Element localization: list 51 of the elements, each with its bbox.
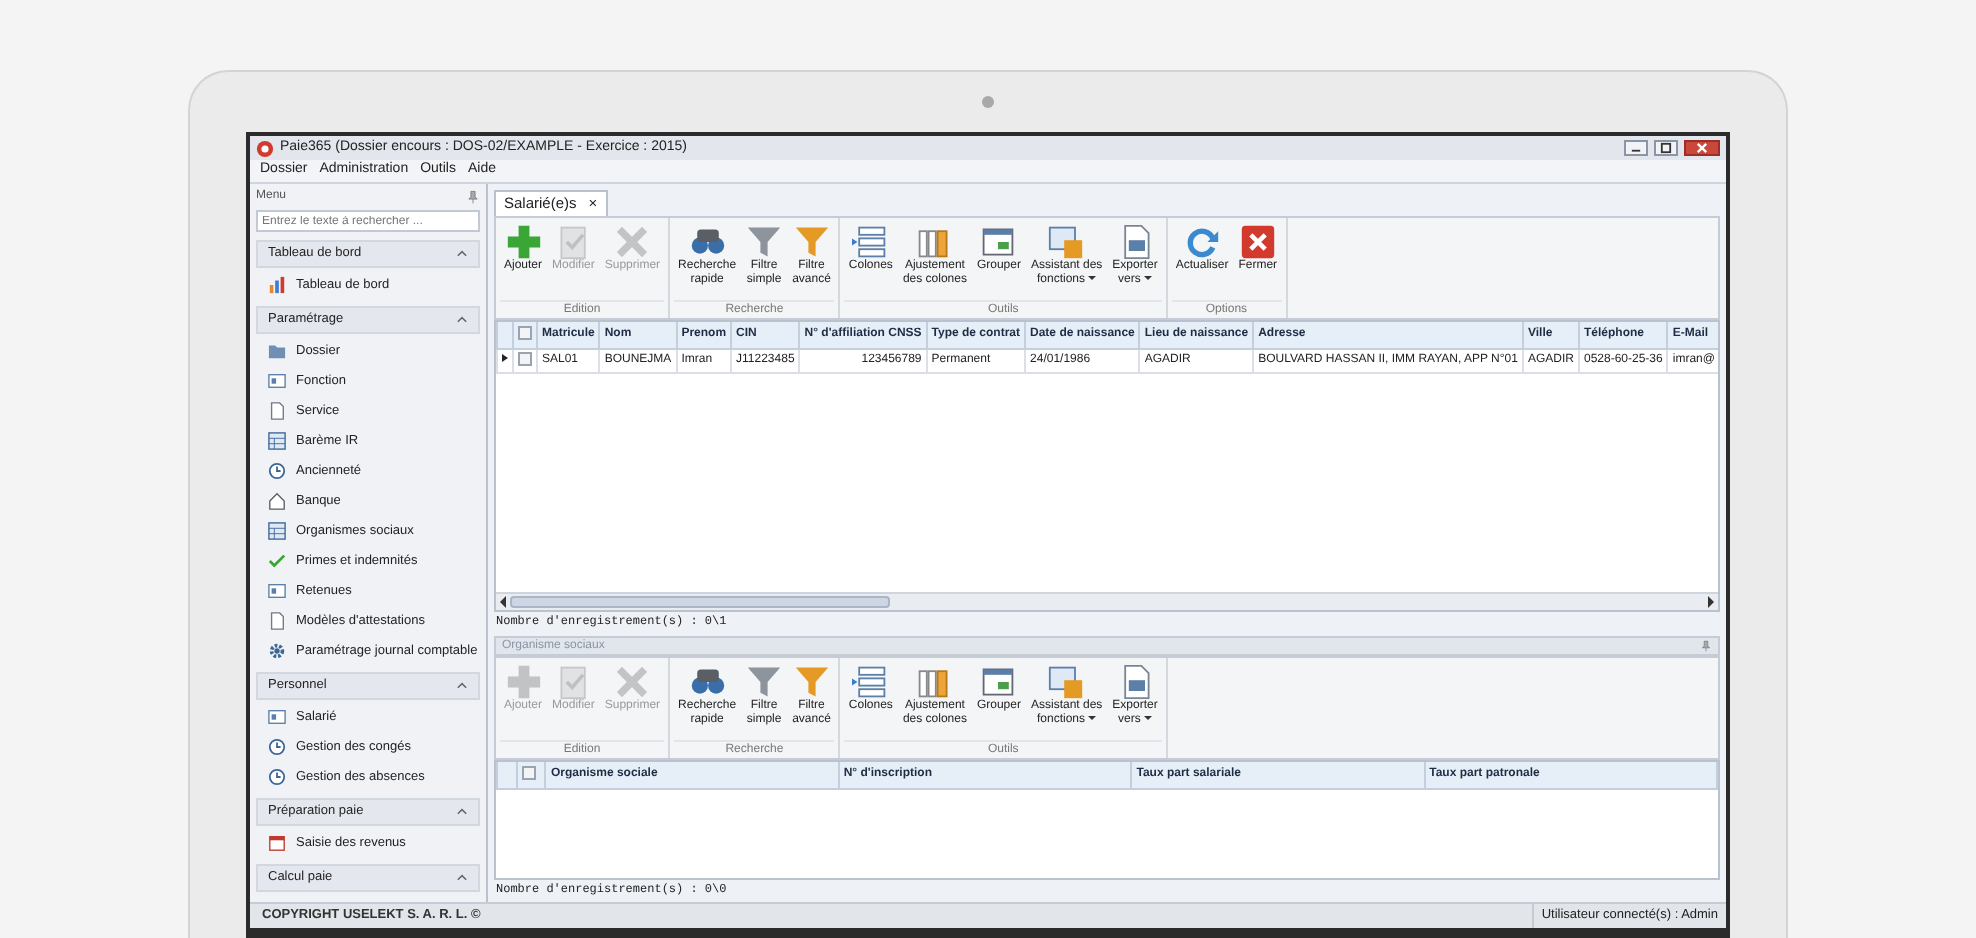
table-icon (268, 522, 286, 540)
pin-icon (466, 190, 480, 204)
cross-icon (614, 224, 651, 260)
cross-icon (614, 664, 651, 700)
refresh-icon (1184, 224, 1221, 260)
clock-icon (268, 462, 286, 480)
columns-icon (852, 224, 889, 260)
select-all-checkbox[interactable] (518, 326, 532, 340)
select-all-checkbox[interactable] (522, 766, 537, 780)
plus-icon (505, 664, 541, 700)
funnel-icon (746, 664, 783, 700)
minimize-button[interactable] (1624, 140, 1648, 156)
funnel-icon (746, 224, 783, 260)
window-icon (980, 664, 1017, 700)
clipboard-icon (555, 664, 592, 700)
window-icon (980, 224, 1017, 260)
table-icon (1048, 224, 1085, 260)
table-icon (1048, 664, 1085, 700)
gear-icon (268, 642, 286, 660)
clipboard-icon (555, 224, 592, 260)
funnel-icon (793, 664, 830, 700)
plus-icon (505, 224, 541, 260)
check-icon (268, 552, 286, 570)
pin-icon (1700, 640, 1712, 652)
columns-icon (916, 224, 953, 260)
funnel-icon (793, 224, 830, 260)
document-icon (268, 612, 286, 630)
id-card-icon (268, 372, 286, 390)
maximize-button[interactable] (1654, 140, 1678, 156)
house-icon (268, 492, 286, 510)
bar-chart-icon (268, 276, 286, 294)
columns-icon (852, 664, 889, 700)
close-icon (1239, 224, 1276, 260)
clock-icon (268, 768, 286, 786)
close-icon (1696, 142, 1708, 154)
table-icon (268, 432, 286, 450)
row-checkbox[interactable] (518, 352, 532, 367)
camera-dot (982, 96, 994, 108)
id-card-icon (268, 708, 286, 726)
folder-icon (268, 342, 286, 360)
clock-icon (268, 738, 286, 756)
calendar-icon (268, 834, 286, 852)
id-card-icon (268, 582, 286, 600)
horizontal-scrollbar[interactable] (496, 592, 1718, 610)
binoculars-icon (689, 224, 726, 260)
columns-icon (916, 664, 953, 700)
maximize-icon (1660, 142, 1672, 154)
document-icon (268, 402, 286, 420)
close-button[interactable] (1684, 140, 1720, 156)
binoculars-icon (689, 664, 726, 700)
app-logo-icon (256, 139, 274, 157)
